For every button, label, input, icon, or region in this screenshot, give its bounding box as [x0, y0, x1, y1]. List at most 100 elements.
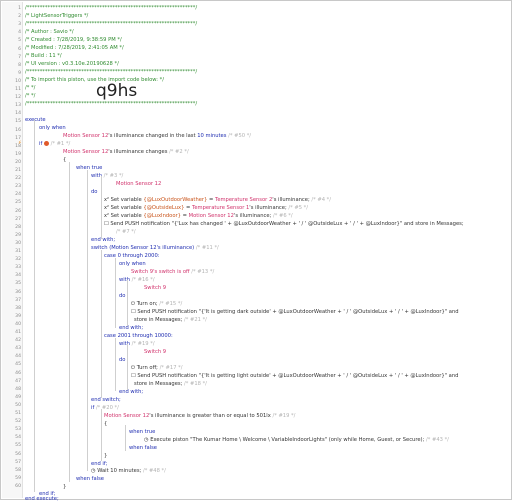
line-number: 36 [15, 289, 21, 295]
when-true-keyword[interactable]: when true [129, 428, 155, 436]
device-motion-sensor: Motion Sensor 12 [63, 133, 109, 139]
line-number: 34 [15, 273, 21, 279]
with-line[interactable]: with /* #19 */ [119, 340, 155, 348]
line-number: 57 [15, 459, 21, 465]
line-number: 30 [15, 240, 21, 246]
line-number: 55 [15, 443, 21, 449]
line-number: 6 [18, 46, 21, 52]
header-rule: /***************************************… [25, 69, 198, 75]
ui-version-comment: /* UI version : v0.3.10e.20190628 */ [25, 61, 119, 67]
if-condition[interactable]: Motion Sensor 12's illuminance changes /… [63, 148, 189, 156]
block-guide [125, 425, 126, 451]
if-line[interactable]: if /* #1 */ [39, 140, 70, 148]
switch-statement[interactable]: switch (Motion Sensor 12's illuminance) … [91, 244, 219, 252]
when-true-keyword[interactable]: when true [76, 164, 102, 172]
line-number: 22 [15, 176, 21, 182]
line-number: 48 [15, 386, 21, 392]
wait-statement[interactable]: ◷ Wait 10 minutes; /* #48 */ [91, 467, 166, 475]
line-number: 27 [15, 216, 21, 222]
switch-off-condition[interactable]: Switch 9's switch is off /* #13 */ [131, 268, 214, 276]
set-variable-statement[interactable]: x² Set variable {@LuxOutdoorWeather} = T… [104, 196, 331, 204]
if-line[interactable]: if /* #20 */ [91, 404, 119, 412]
line-number: 7 [18, 54, 21, 60]
with-device[interactable]: Switch 9 [144, 348, 166, 356]
line-number: 5 [18, 38, 21, 44]
line-number: 14 [15, 111, 21, 117]
end-with-keyword: end with; [119, 389, 144, 395]
do-keyword: do [91, 189, 98, 195]
line-number: 33 [15, 265, 21, 271]
block-guide [127, 344, 128, 390]
line-number: 49 [15, 394, 21, 400]
block-guide [34, 120, 35, 492]
message-icon: ☐ [104, 221, 109, 227]
open-brace: { [104, 421, 108, 427]
only-when-condition[interactable]: Motion Sensor 12's illuminance changed i… [63, 132, 251, 140]
turn-off-statement[interactable]: ⏻ Turn off; /* #17 */ [131, 364, 183, 372]
variable-icon: x² [104, 205, 109, 211]
line-number: 46 [15, 370, 21, 376]
line-number: 43 [15, 346, 21, 352]
line-number: 53 [15, 427, 21, 433]
line-number: 9 [18, 70, 21, 76]
trigger-bolt-icon [43, 141, 49, 146]
line-number: 25 [15, 200, 21, 206]
close-brace: } [63, 484, 67, 490]
line-number: 31 [15, 249, 21, 254]
block-guide [115, 338, 116, 391]
close-brace: } [104, 453, 108, 459]
piston-name-comment: /* LightSensorTriggers */ [25, 13, 89, 19]
line-number: 39 [15, 313, 21, 319]
only-when-keyword[interactable]: only when [119, 260, 146, 268]
line-number: 60 [15, 483, 21, 489]
clock-icon: ◷ [91, 468, 96, 474]
line-number: 38 [15, 305, 21, 311]
line-number: 58 [15, 467, 21, 473]
with-device[interactable]: Switch 9 [144, 284, 166, 292]
line-number: 4 [18, 30, 21, 36]
end-execute-keyword: end execute; [25, 496, 59, 502]
line-number: 59 [15, 475, 21, 481]
block-guide [101, 409, 102, 461]
set-variable-statement[interactable]: x² Set variable {@LuxIndoor} = Motion Se… [104, 212, 293, 220]
line-number: 15 [15, 119, 21, 125]
execute-piston-statement[interactable]: ◷ Execute piston "The Kumar Home \ Welco… [144, 436, 449, 444]
line-number: 26 [15, 208, 21, 214]
header-rule: /***************************************… [25, 5, 198, 11]
do-keyword: do [119, 357, 126, 363]
end-with-keyword: end with; [119, 325, 144, 331]
block-guide [87, 170, 88, 471]
push-notification-statement[interactable]: ☐ Send PUSH notification "{'Lux has chan… [104, 220, 464, 228]
line-number: 24 [15, 192, 21, 198]
with-device[interactable]: Motion Sensor 12 [116, 180, 161, 188]
when-false-keyword[interactable]: when false [76, 475, 104, 483]
with-line[interactable]: with /* #3 */ [91, 172, 123, 180]
if-keyword: if [39, 141, 43, 147]
block-guide [101, 176, 102, 239]
block-guide [69, 162, 70, 482]
end-with-keyword: end with; [91, 237, 116, 243]
import-code[interactable]: q9hs [96, 81, 137, 101]
line-number: 28 [15, 224, 21, 230]
if-condition[interactable]: Motion Sensor 12's illuminance is greate… [104, 412, 295, 420]
with-line[interactable]: with /* #16 */ [119, 276, 155, 284]
build-comment: /* Build : 11 */ [25, 53, 62, 59]
block-guide [101, 250, 102, 398]
push-notification-continued: store in Messages; /* #18 */ [134, 381, 207, 387]
push-notification-statement[interactable]: ☐ Send PUSH notification "{'It is gettin… [131, 372, 458, 380]
open-brace: { [63, 157, 67, 163]
line-number: 21 [15, 168, 21, 173]
only-when-line[interactable]: only when [39, 124, 66, 132]
power-icon: ⏻ [131, 301, 136, 307]
execute-keyword[interactable]: execute [25, 116, 46, 124]
case-0-2000[interactable]: case 0 through 2000: [104, 252, 160, 260]
turn-on-statement[interactable]: ⏻ Turn on; /* #15 */ [131, 300, 182, 308]
statement-comment: /* #7 */ [116, 229, 136, 235]
set-variable-statement[interactable]: x² Set variable {@OutsideLux} = Temperat… [104, 204, 308, 212]
variable-icon: x² [104, 213, 109, 219]
line-number: 56 [15, 451, 21, 457]
when-false-keyword[interactable]: when false [129, 444, 157, 452]
block-guide [115, 258, 116, 328]
line-number: 32 [15, 257, 21, 263]
push-notification-statement[interactable]: ☐ Send PUSH notification "{'It is gettin… [131, 308, 459, 316]
